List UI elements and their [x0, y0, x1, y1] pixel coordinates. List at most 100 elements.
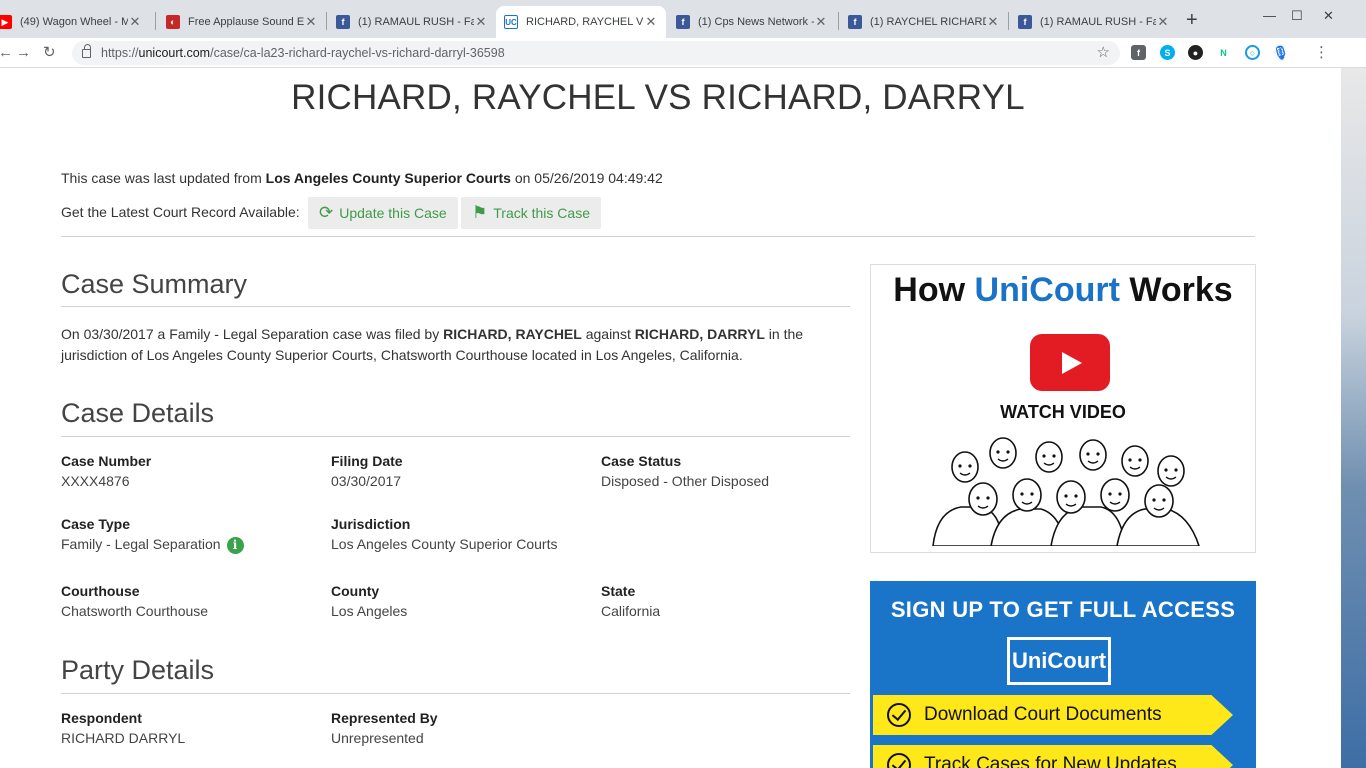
n-extension-icon[interactable]: N — [1216, 45, 1231, 60]
back-arrow-icon[interactable]: ← — [0, 43, 13, 63]
update-suffix: on 05/26/2019 04:49:42 — [510, 170, 663, 186]
watch-video-label: WATCH VIDEO — [1000, 402, 1126, 422]
tab-title: (1) RAMAUL RUSH - Fac — [1040, 16, 1156, 28]
track-case-button[interactable]: ⚑ Track this Case — [461, 197, 601, 229]
url-domain: unicourt.com — [138, 46, 211, 60]
facebook-icon: f — [336, 15, 350, 29]
promo-title-part: Works — [1119, 271, 1233, 309]
download-documents-label: Download Court Documents — [924, 704, 1162, 725]
play-button-icon[interactable] — [1030, 334, 1110, 391]
respondent-value: RICHARD DARRYL — [61, 730, 186, 746]
skype-extension-icon[interactable]: S — [1160, 45, 1175, 60]
tab-raychel-richard[interactable]: f (1) RAYCHEL RICHARD ✕ — [840, 6, 1008, 38]
case-details-heading: Case Details — [61, 398, 215, 428]
tab-close-icon[interactable]: ✕ — [986, 14, 1000, 30]
summary-text-part: against — [581, 326, 635, 342]
tab-cps-news[interactable]: f (1) Cps News Network - ✕ — [668, 6, 836, 38]
state-value: California — [601, 603, 661, 619]
new-tab-plus-icon[interactable]: + — [1186, 10, 1198, 30]
facebook-icon: f — [848, 15, 862, 29]
jurisdiction-value: Los Angeles County Superior Courts — [331, 536, 558, 552]
track-cases-ribbon[interactable]: Track Cases for New Updates — [873, 745, 1233, 768]
tab-title: RICHARD, RAYCHEL VS — [526, 16, 644, 28]
bookmark-star-icon[interactable]: ☆ — [1097, 43, 1110, 61]
lock-icon — [82, 43, 91, 58]
tab-divider — [838, 12, 839, 30]
tab-ramaul-rush[interactable]: f (1) RAMAUL RUSH - Fac ✕ — [328, 6, 496, 38]
tab-close-icon[interactable]: ✕ — [644, 14, 658, 30]
sound-site-icon: ◐ — [166, 15, 180, 29]
tab-ramaul-rush-2[interactable]: f (1) RAMAUL RUSH - Fac ✕ — [1010, 6, 1178, 38]
respondent-label: Respondent — [61, 710, 142, 726]
case-type-label: Case Type — [61, 516, 130, 532]
tab-title: Free Applause Sound Ef — [188, 16, 304, 28]
track-case-label: Track this Case — [493, 205, 590, 221]
divider — [61, 306, 850, 307]
filing-date-label: Filing Date — [331, 453, 403, 469]
address-bar[interactable]: https://unicourt.com/case/ca-la23-richar… — [72, 41, 1120, 65]
close-window-icon[interactable]: ✕ — [1323, 8, 1334, 24]
case-status-label: Case Status — [601, 453, 682, 469]
url-text: https://unicourt.com/case/ca-la23-richar… — [101, 46, 505, 60]
crowd-illustration — [932, 437, 1200, 546]
browser-toolbar: ← → ↻ https://unicourt.com/case/ca-la23-… — [0, 38, 1366, 68]
color-extension-icon[interactable]: ● — [1188, 45, 1203, 60]
desktop-background — [1341, 68, 1366, 768]
represented-by-value: Unrepresented — [331, 730, 424, 746]
promo-title-brand: UniCourt — [974, 271, 1120, 309]
refresh-icon: ⟳ — [319, 203, 334, 222]
tab-title: (1) RAYCHEL RICHARD — [870, 16, 986, 28]
maximize-icon[interactable]: ☐ — [1291, 8, 1303, 24]
check-circle-icon — [887, 753, 911, 768]
courthouse-value: Chatsworth Courthouse — [61, 603, 209, 619]
signup-promo[interactable]: SIGN UP TO GET FULL ACCESS UniCourt Down… — [870, 581, 1256, 768]
circle-extension-icon[interactable]: ○ — [1245, 45, 1260, 60]
facebook-extension-icon[interactable]: f — [1131, 45, 1146, 60]
forward-arrow-icon[interactable]: → — [16, 43, 31, 63]
tab-applause[interactable]: ◐ Free Applause Sound Ef ✕ — [158, 6, 326, 38]
tab-strip: ▶ (49) Wagon Wheel - Ma ✕ ◐ Free Applaus… — [0, 0, 1366, 38]
tab-close-icon[interactable]: ✕ — [128, 14, 142, 30]
tab-title: (1) Cps News Network - — [698, 16, 814, 28]
facebook-icon: f — [676, 15, 690, 29]
tab-close-icon[interactable]: ✕ — [474, 14, 488, 30]
tab-close-icon[interactable]: ✕ — [304, 14, 318, 30]
case-summary-text: On 03/30/2017 a Family - Legal Separatio… — [61, 324, 831, 366]
tab-close-icon[interactable]: ✕ — [1156, 14, 1170, 30]
track-cases-label: Track Cases for New Updates — [924, 754, 1177, 768]
video-promo-title: How UniCourt Works — [871, 271, 1255, 310]
last-updated-text: This case was last updated from Los Ange… — [61, 170, 663, 186]
unicourt-logo: UniCourt — [1007, 637, 1111, 685]
tab-unicourt-active[interactable]: UC RICHARD, RAYCHEL VS ✕ — [496, 6, 666, 38]
reload-icon[interactable]: ↻ — [43, 43, 56, 63]
page-content: RICHARD, RAYCHEL VS RICHARD, DARRYL This… — [0, 68, 1341, 768]
download-documents-ribbon[interactable]: Download Court Documents — [873, 695, 1233, 735]
info-icon[interactable]: i — [226, 536, 244, 554]
case-type-text: Family - Legal Separation — [61, 536, 221, 552]
divider — [61, 693, 850, 694]
divider — [61, 436, 850, 437]
url-path: /case/ca-la23-richard-raychel-vs-richard… — [210, 46, 505, 60]
tab-wagon-wheel[interactable]: ▶ (49) Wagon Wheel - Ma ✕ — [0, 6, 150, 38]
case-number-label: Case Number — [61, 453, 152, 469]
microphone-extension-icon[interactable]: 🎙 — [1272, 45, 1289, 60]
unicourt-icon: UC — [504, 15, 518, 29]
party-details-heading: Party Details — [61, 655, 215, 685]
tab-close-icon[interactable]: ✕ — [814, 14, 828, 30]
case-status-value: Disposed - Other Disposed — [601, 473, 770, 489]
tab-title: (49) Wagon Wheel - Ma — [20, 16, 128, 28]
county-value: Los Angeles — [331, 603, 408, 619]
browser-menu-icon[interactable]: ⋮ — [1314, 43, 1329, 61]
update-prefix: This case was last updated from — [61, 170, 266, 186]
minimize-icon[interactable]: — — [1263, 8, 1276, 23]
how-unicourt-works-video[interactable]: How UniCourt Works WATCH VIDEO — [870, 264, 1256, 553]
summary-respondent: RICHARD, DARRYL — [634, 326, 765, 342]
state-label: State — [601, 583, 636, 599]
courthouse-label: Courthouse — [61, 583, 140, 599]
summary-text-part: On 03/30/2017 a Family - Legal Separatio… — [61, 326, 444, 342]
tab-divider — [326, 12, 327, 30]
tab-divider — [1008, 12, 1009, 30]
update-case-button[interactable]: ⟳ Update this Case — [308, 197, 458, 229]
page-title: RICHARD, RAYCHEL VS RICHARD, DARRYL — [291, 78, 1025, 117]
facebook-icon: f — [1018, 15, 1032, 29]
